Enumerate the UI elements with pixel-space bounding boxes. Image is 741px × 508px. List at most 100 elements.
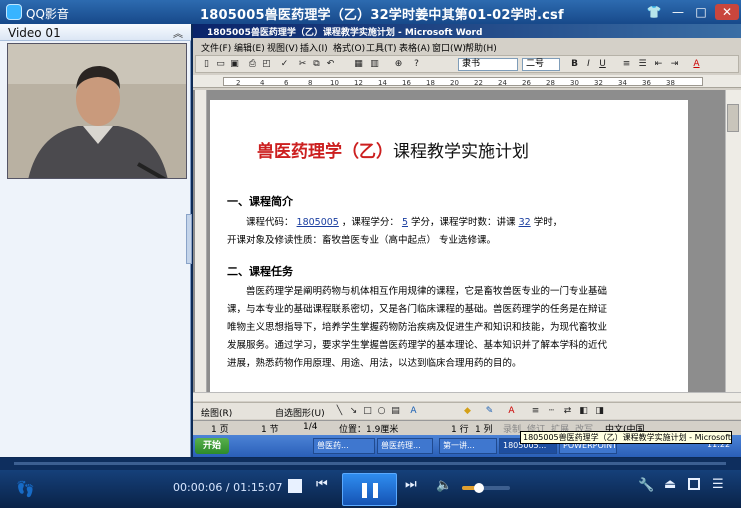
next-icon[interactable]: ⏭ (405, 477, 417, 493)
spellcheck-icon[interactable]: ✓ (278, 58, 291, 71)
ruler-num: 20 (450, 79, 459, 87)
app-name: QQ影音 (26, 7, 69, 21)
menu-edit[interactable]: 编辑(E) (234, 41, 265, 54)
previous-icon[interactable]: ⏮ (316, 477, 328, 493)
lecturer-video-thumbnail[interactable] (7, 43, 187, 179)
ruler-num: 28 (546, 79, 555, 87)
zoom-icon[interactable]: ⊕ (392, 58, 405, 71)
footprint-icon[interactable]: 👣 (16, 480, 35, 498)
tools-icon[interactable]: 🔧 (638, 478, 654, 493)
drawing-toolbar: 绘图(R) 自选图形(U) ╲ ↘ □ ○ ▤ A ◆ ✎ A ≡ ┄ ⇄ ◧ … (193, 402, 741, 419)
preview-icon[interactable]: ◰ (260, 58, 273, 71)
taskbar-item[interactable]: 兽医药... (313, 438, 375, 454)
font-size-combo[interactable]: 二号 (522, 58, 560, 71)
eject-icon[interactable]: ⏏ (664, 477, 676, 492)
save-icon[interactable]: ▣ (228, 58, 241, 71)
draw-font-color-icon[interactable]: A (505, 405, 518, 418)
outdent-icon[interactable]: ⇥ (668, 58, 681, 71)
volume-icon[interactable]: 🔈 (436, 478, 452, 493)
rectangle-icon[interactable]: □ (361, 405, 374, 418)
taskbar-item[interactable]: 第一讲... (439, 438, 497, 454)
font-color-icon[interactable]: A (690, 58, 703, 71)
horizontal-scrollbar[interactable] (193, 392, 741, 401)
menu-table[interactable]: 表格(A) (399, 41, 430, 54)
scrollbar-thumb[interactable] (727, 104, 739, 132)
taskbar-item[interactable]: 兽医药理... (377, 438, 433, 454)
paragraph-line: 唯物主义思想指导下，培养学生掌握药物防治疾病及促进生产和知识和技能，为现代畜牧业 (227, 322, 608, 333)
font-name-combo[interactable]: 隶书 (458, 58, 518, 71)
bullets-icon[interactable]: ☰ (636, 58, 649, 71)
cut-icon[interactable]: ✂ (296, 58, 309, 71)
course-info-line: 课程代码： 1805005 ，课程学分： 5 学分，课程学时数：讲课 32 学时… (246, 214, 562, 228)
maximize-button[interactable]: □ (692, 4, 710, 20)
stop-icon[interactable] (288, 479, 302, 493)
menu-view[interactable]: 视图(V) (267, 41, 298, 54)
ruler-num: 10 (330, 79, 339, 87)
underline-button[interactable]: U (596, 58, 609, 71)
open-icon[interactable]: ▭ (214, 58, 227, 71)
seek-track[interactable] (14, 462, 726, 465)
minimize-button[interactable]: — (669, 4, 687, 20)
panel-resize-handle[interactable] (186, 214, 192, 264)
collapse-icon[interactable]: ︽ (171, 25, 185, 40)
skin-button[interactable]: 👕 (645, 4, 663, 20)
lecturer-image (8, 44, 186, 178)
menu-tools[interactable]: 工具(T) (366, 41, 397, 54)
total-time: 01:15:07 (233, 481, 283, 494)
italic-button[interactable]: I (582, 58, 595, 71)
player-titlebar: QQ影音 1805005兽医药理学（乙）32学时姜中其第01-02学时.csf … (0, 0, 741, 24)
paragraph-line: 发展服务。通过学习，要求学生掌握兽医药理学的基本理论、基本知识并了解本学科的近代 (227, 340, 608, 351)
hours-unit: 学时， (533, 217, 563, 228)
fill-color-icon[interactable]: ◆ (461, 405, 474, 418)
video-list-header[interactable]: Video 01 ︽ (0, 24, 191, 41)
heading-course-name: 兽医药理学（乙） (257, 142, 393, 162)
autoshape-menu[interactable]: 自选图形(U) (275, 406, 325, 419)
3d-icon[interactable]: ◨ (593, 405, 606, 418)
course-code-value: 1805005 (296, 217, 339, 228)
credit-label: ，课程学分： (341, 217, 399, 228)
menu-help[interactable]: 帮助(H) (465, 41, 497, 54)
line-icon[interactable]: ╲ (333, 405, 346, 418)
copy-icon[interactable]: ⧉ (310, 58, 323, 71)
document-area: 兽医药理学（乙）课程教学实施计划 一、课程简介 课程代码： 1805005 ，课… (193, 90, 725, 392)
numbering-icon[interactable]: ≡ (620, 58, 633, 71)
columns-icon[interactable]: ▥ (368, 58, 381, 71)
menu-window[interactable]: 窗口(W) (432, 41, 466, 54)
menu-format[interactable]: 格式(O) (333, 41, 365, 54)
ruler-num: 4 (260, 79, 265, 87)
qq-player-logo-icon[interactable] (6, 4, 22, 20)
arrow-style-icon[interactable]: ⇄ (561, 405, 574, 418)
draw-menu[interactable]: 绘图(R) (201, 406, 232, 419)
line-style-icon[interactable]: ≡ (529, 405, 542, 418)
table-icon[interactable]: ▦ (352, 58, 365, 71)
vertical-scrollbar[interactable] (725, 90, 741, 392)
word-menubar: 文件(F) 编辑(E) 视图(V) 插入(I) 格式(O) 工具(T) 表格(A… (193, 40, 741, 54)
arrow-icon[interactable]: ↘ (347, 405, 360, 418)
start-button[interactable]: 开始 (195, 438, 229, 454)
wordart-icon[interactable]: A (407, 405, 420, 418)
screen-icon[interactable] (688, 478, 700, 490)
pause-button[interactable] (342, 473, 397, 506)
indent-icon[interactable]: ⇤ (652, 58, 665, 71)
line-color-icon[interactable]: ✎ (483, 405, 496, 418)
new-doc-icon[interactable]: ▯ (200, 58, 213, 71)
oval-icon[interactable]: ○ (375, 405, 388, 418)
menu-file[interactable]: 文件(F) (201, 41, 231, 54)
status-line: 1 行 (451, 425, 469, 435)
bold-button[interactable]: B (568, 58, 581, 71)
close-button[interactable]: ✕ (715, 4, 739, 20)
document-heading: 兽医药理学（乙）课程教学实施计划 (257, 137, 529, 162)
print-icon[interactable]: ⎙ (246, 58, 259, 71)
paragraph-line: 进展，熟悉药物作用原理、用途、用法，以达到临床合理用药的目的。 (227, 358, 522, 369)
document-page[interactable]: 兽医药理学（乙）课程教学实施计划 一、课程简介 课程代码： 1805005 ，课… (210, 100, 688, 392)
shadow-icon[interactable]: ◧ (577, 405, 590, 418)
menu-insert[interactable]: 插入(I) (300, 41, 328, 54)
undo-icon[interactable]: ↶ (324, 58, 337, 71)
word-title-text: 1805005兽医药理学（乙）课程教学实施计划 - Microsoft Word (207, 28, 483, 38)
textbox-icon[interactable]: ▤ (389, 405, 402, 418)
playlist-icon[interactable]: ☰ (712, 477, 724, 492)
volume-knob[interactable] (473, 483, 484, 493)
dash-style-icon[interactable]: ┄ (545, 405, 558, 418)
help-icon[interactable]: ? (410, 58, 423, 71)
ruler-num: 12 (354, 79, 363, 87)
